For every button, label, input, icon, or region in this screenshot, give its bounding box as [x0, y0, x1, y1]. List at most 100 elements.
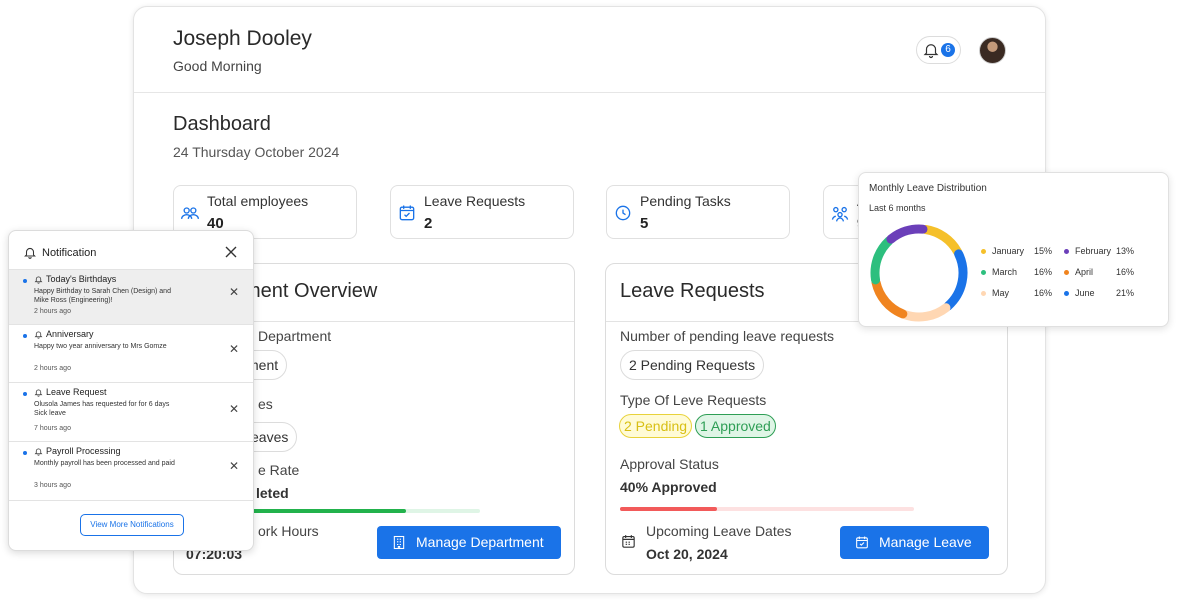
view-more-notifications-button[interactable]: View More Notifications	[80, 514, 184, 536]
completion-progress-fill	[234, 509, 407, 513]
legend-label: April	[1075, 267, 1094, 277]
donut-slice-june	[943, 249, 968, 311]
legend-swatch	[981, 270, 986, 275]
monthly-leave-chart-card: Monthly Leave Distribution Last 6 months…	[858, 172, 1169, 327]
stat-label: Total employees	[207, 193, 309, 209]
legend-label: June	[1075, 288, 1095, 298]
bell-icon	[923, 44, 939, 59]
notification-item-message: Monthly payroll has been processed and p…	[34, 460, 175, 467]
legend-value: 13%	[1116, 246, 1135, 256]
panel-title: ment Overview	[244, 280, 378, 302]
donut-slice-february	[886, 224, 928, 244]
work-hours-label: ork Hours	[258, 523, 319, 539]
avatar[interactable]	[979, 37, 1006, 64]
upcoming-leave-value: Oct 20, 2024	[646, 546, 728, 562]
page-date: 24 Thursday October 2024	[173, 144, 340, 160]
users-icon	[181, 207, 199, 219]
notification-panel: Notification Today's Birthdays Happy Bir…	[8, 230, 254, 551]
legend-value: 15%	[1034, 246, 1053, 256]
unread-dot	[23, 334, 27, 338]
donut-slice-january	[921, 224, 962, 257]
manage-department-button[interactable]: Manage Department	[377, 526, 561, 559]
notification-item-message: Happy two year anniversary to Mrs Gomze	[34, 343, 167, 350]
clock-icon	[615, 205, 631, 221]
dismiss-icon[interactable]: ✕	[229, 402, 239, 416]
legend-label: February	[1075, 246, 1112, 256]
chart-subtitle: Last 6 months	[869, 203, 926, 213]
approved-tag: 1 Approved	[695, 414, 776, 438]
dismiss-icon[interactable]: ✕	[229, 285, 239, 299]
dismiss-icon[interactable]: ✕	[229, 342, 239, 356]
panel-title: Leave Requests	[620, 280, 765, 302]
legend-value: 16%	[1034, 267, 1053, 277]
donut-slice-march	[870, 236, 894, 285]
notification-item-title: Anniversary	[46, 329, 94, 339]
manage-department-label: Manage Department	[416, 534, 544, 550]
completion-progress-bar	[234, 509, 480, 513]
bell-icon	[34, 276, 43, 284]
page-title: Dashboard	[173, 113, 271, 135]
legend-swatch	[1064, 270, 1069, 275]
notification-count-badge: 6	[941, 43, 955, 57]
stat-card-leave-requests[interactable]: Leave Requests 2	[390, 185, 574, 239]
legend-value: 16%	[1034, 288, 1053, 298]
notification-item-time: 2 hours ago	[34, 365, 71, 372]
approval-progress-bar	[620, 507, 914, 511]
approval-status-value: 40% Approved	[620, 479, 717, 495]
unread-dot	[23, 392, 27, 396]
unread-dot	[23, 279, 27, 283]
notification-item-message: Happy Birthday to Sarah Chen (Design) an…	[34, 288, 171, 304]
legend-value: 21%	[1116, 288, 1135, 298]
leave-type-label: Type Of Leve Requests	[620, 392, 767, 408]
notification-item[interactable]: Today's Birthdays Happy Birthday to Sara…	[9, 269, 253, 324]
approval-progress-fill	[620, 507, 718, 511]
notifications-button[interactable]: 6	[916, 36, 961, 64]
department-label: Department	[258, 328, 332, 344]
stat-card-pending-tasks[interactable]: Pending Tasks 5	[606, 185, 790, 239]
donut-slice-may	[900, 303, 951, 322]
greeting: Good Morning	[173, 58, 262, 74]
notification-item-title: Today's Birthdays	[46, 274, 117, 284]
notification-item-title: Leave Request	[46, 387, 107, 397]
manage-leave-button[interactable]: Manage Leave	[840, 526, 989, 559]
pending-requests-pill: 2 Pending Requests	[620, 350, 765, 380]
legend-swatch	[981, 291, 986, 296]
dismiss-icon[interactable]: ✕	[229, 459, 239, 473]
calendar-check-icon	[856, 536, 868, 549]
legend-swatch	[1064, 249, 1069, 254]
legend-label: March	[992, 267, 1018, 277]
building-icon	[393, 535, 405, 550]
notification-item[interactable]: Payroll Processing Monthly payroll has b…	[9, 441, 253, 500]
completion-rate-label: e Rate	[258, 462, 300, 478]
legend-value: 16%	[1116, 267, 1135, 277]
notification-title: Notification	[42, 247, 97, 259]
legend-swatch	[1064, 291, 1069, 296]
notification-item-time: 3 hours ago	[34, 482, 71, 489]
bell-icon	[34, 448, 43, 456]
pending-tag: 2 Pending	[619, 414, 693, 438]
group-icon	[831, 206, 849, 222]
notification-item-title: Payroll Processing	[46, 446, 121, 456]
legend-label: May	[992, 288, 1010, 298]
unread-dot	[23, 451, 27, 455]
bell-icon	[34, 389, 43, 397]
user-name: Joseph Dooley	[173, 27, 312, 50]
leaves-label: es	[258, 396, 273, 412]
stat-label: Leave Requests	[424, 193, 526, 209]
approval-status-label: Approval Status	[620, 456, 719, 472]
notification-item-time: 7 hours ago	[34, 425, 71, 432]
donut-slice-april	[871, 278, 908, 319]
legend-label: January	[992, 246, 1025, 256]
donut-chart	[870, 224, 968, 322]
stat-label: Pending Tasks	[640, 193, 731, 209]
close-icon[interactable]	[225, 246, 237, 258]
header: Joseph Dooley Good Morning 6	[134, 7, 1045, 93]
notification-item[interactable]: Anniversary Happy two year anniversary t…	[9, 324, 253, 382]
completion-rate-value: leted	[256, 485, 289, 501]
bell-icon	[24, 247, 36, 259]
legend-swatch	[981, 249, 986, 254]
calendar-icon	[622, 535, 635, 548]
stat-value: 5	[640, 215, 649, 232]
notification-item[interactable]: Leave Request Olusola James has requeste…	[9, 382, 253, 441]
bell-icon	[34, 331, 43, 339]
